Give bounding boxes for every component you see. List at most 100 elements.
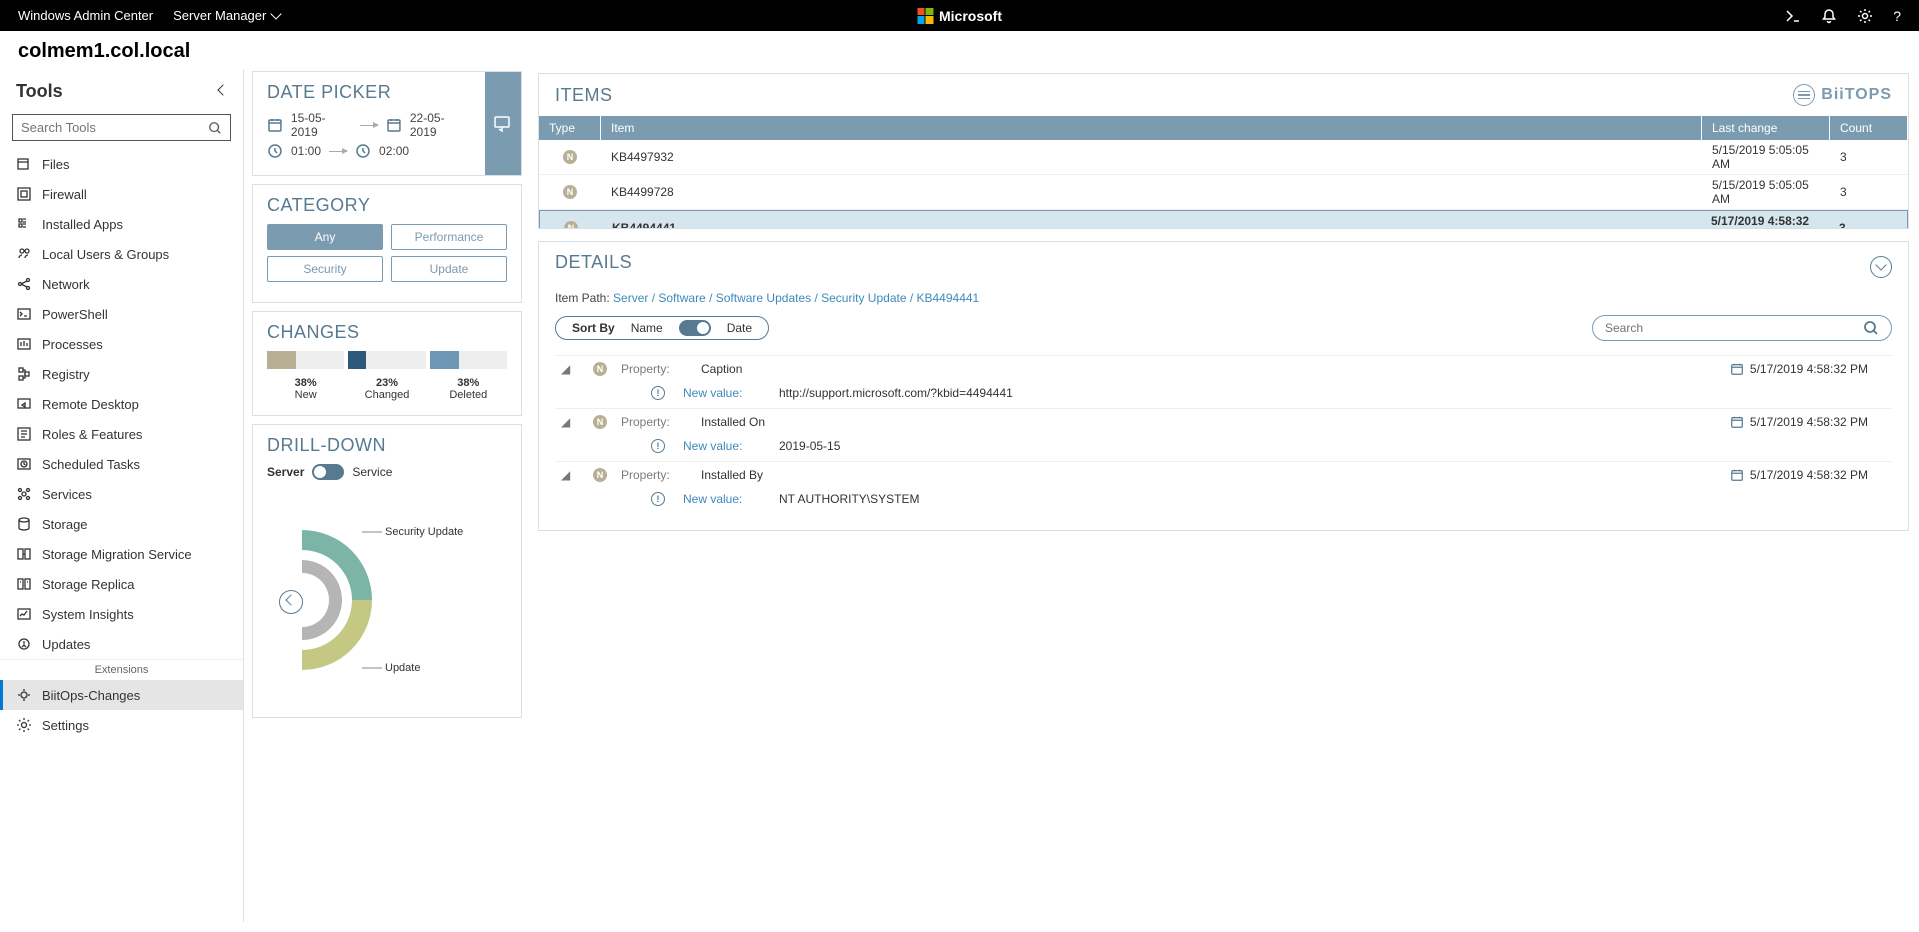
wac-title[interactable]: Windows Admin Center [18, 8, 153, 23]
drill-toggle-server[interactable]: Server [267, 465, 304, 479]
arrow-right-icon [329, 151, 347, 152]
sidebar-item-firewall[interactable]: Firewall [0, 179, 243, 209]
sidebar-item-storage-migration-service[interactable]: Storage Migration Service [0, 539, 243, 569]
collapse-tools-icon[interactable] [217, 84, 228, 95]
new-badge-icon: N [563, 150, 577, 164]
col-last-change[interactable]: Last change [1702, 116, 1830, 140]
sidebar-item-local-users-groups[interactable]: Local Users & Groups [0, 239, 243, 269]
property-timestamp: 5/17/2019 4:58:32 PM [1730, 468, 1868, 482]
sidebar-item-installed-apps[interactable]: Installed Apps [0, 209, 243, 239]
changes-deleted-pct: 38% [430, 377, 507, 389]
tool-icon [16, 426, 32, 442]
tools-search[interactable] [12, 114, 231, 141]
details-search-input[interactable] [1605, 321, 1863, 335]
to-date[interactable]: 22-05-2019 [410, 111, 471, 139]
property-name: Installed On [701, 415, 1716, 429]
notification-bell-icon[interactable] [1821, 8, 1837, 24]
console-icon[interactable] [1785, 8, 1801, 24]
sort-control: Sort By Name Date [555, 316, 769, 340]
tools-search-input[interactable] [21, 120, 208, 135]
menu-icon[interactable] [1793, 84, 1815, 106]
details-search[interactable] [1592, 315, 1892, 341]
property-name: Installed By [701, 468, 1716, 482]
category-performance-button[interactable]: Performance [391, 224, 507, 250]
sidebar-item-updates[interactable]: Updates [0, 629, 243, 659]
sidebar-item-label: Settings [42, 718, 89, 733]
new-value-label: New value: [683, 386, 761, 400]
sort-date-option[interactable]: Date [727, 321, 752, 335]
items-table-row[interactable]: NKB44944415/17/2019 4:58:32 PM3 [539, 210, 1908, 228]
sort-name-option[interactable]: Name [631, 321, 663, 335]
calendar-icon [386, 117, 402, 133]
drill-back-button[interactable] [279, 590, 303, 614]
from-time[interactable]: 01:00 [291, 144, 321, 158]
drilldown-donut[interactable]: Security Update Update [267, 500, 507, 703]
new-badge-icon: N [593, 362, 607, 376]
sidebar-item-label: Storage Replica [42, 577, 135, 592]
item-path: Item Path: Server / Software / Software … [555, 291, 1892, 305]
sidebar-item-settings[interactable]: Settings [0, 710, 243, 740]
donut-inner-segment [302, 600, 342, 640]
items-table-row[interactable]: NKB44997285/15/2019 5:05:05 AM3 [539, 175, 1908, 210]
sidebar-item-roles-features[interactable]: Roles & Features [0, 419, 243, 449]
new-badge-icon: N [564, 221, 578, 228]
expand-icon: ◢ [561, 468, 573, 482]
property-header-row[interactable]: ◢NProperty:Installed By5/17/2019 4:58:32… [555, 462, 1892, 488]
item-last-change: 5/15/2019 5:05:05 AM [1702, 140, 1830, 174]
server-manager-dropdown[interactable]: Server Manager [173, 8, 280, 23]
sidebar-item-label: PowerShell [42, 307, 108, 322]
items-table-row[interactable]: NKB44979325/15/2019 5:05:05 AM3 [539, 140, 1908, 175]
sidebar-item-registry[interactable]: Registry [0, 359, 243, 389]
category-update-button[interactable]: Update [391, 256, 507, 282]
property-header-row[interactable]: ◢NProperty:Caption5/17/2019 4:58:32 PM [555, 356, 1892, 382]
settings-gear-icon[interactable] [1857, 8, 1873, 24]
sidebar-item-label: Files [42, 157, 69, 172]
sidebar-item-label: Roles & Features [42, 427, 142, 442]
sidebar-item-powershell[interactable]: PowerShell [0, 299, 243, 329]
sidebar-item-files[interactable]: Files [0, 149, 243, 179]
sidebar-item-label: Remote Desktop [42, 397, 139, 412]
sidebar-item-storage[interactable]: Storage [0, 509, 243, 539]
sort-toggle[interactable] [679, 320, 711, 336]
col-type[interactable]: Type [539, 116, 601, 140]
drilldown-card: DRILL-DOWN Server Service [252, 424, 522, 718]
sidebar-item-storage-replica[interactable]: Storage Replica [0, 569, 243, 599]
sidebar-item-label: Processes [42, 337, 103, 352]
sidebar-item-services[interactable]: Services [0, 479, 243, 509]
drill-toggle-switch[interactable] [312, 464, 344, 480]
arrow-right-icon [360, 125, 378, 126]
calendar-icon [1730, 362, 1744, 376]
help-icon[interactable]: ? [1893, 8, 1901, 24]
main-content: ITEMS BiiTOPS Type Item Last change Coun… [522, 69, 1919, 922]
drill-toggle-service[interactable]: Service [352, 465, 392, 479]
search-icon [208, 121, 222, 135]
sidebar-item-system-insights[interactable]: System Insights [0, 599, 243, 629]
category-any-button[interactable]: Any [267, 224, 383, 250]
col-count[interactable]: Count [1830, 116, 1908, 140]
to-time[interactable]: 02:00 [379, 144, 409, 158]
new-value: NT AUTHORITY\SYSTEM [779, 492, 1892, 506]
category-security-button[interactable]: Security [267, 256, 383, 282]
hostname-title: colmem1.col.local [0, 31, 1919, 69]
gear-icon [16, 717, 32, 733]
new-badge-icon: N [593, 415, 607, 429]
date-picker-apply-button[interactable] [485, 72, 521, 175]
col-item[interactable]: Item [601, 116, 1702, 140]
tool-icon [16, 546, 32, 562]
sidebar-item-scheduled-tasks[interactable]: Scheduled Tasks [0, 449, 243, 479]
changes-title: CHANGES [267, 322, 507, 343]
server-manager-label: Server Manager [173, 8, 266, 23]
property-header-row[interactable]: ◢NProperty:Installed On5/17/2019 4:58:32… [555, 409, 1892, 435]
sidebar-item-remote-desktop[interactable]: Remote Desktop [0, 389, 243, 419]
info-icon: ! [651, 492, 665, 506]
sidebar-item-processes[interactable]: Processes [0, 329, 243, 359]
from-date[interactable]: 15-05-2019 [291, 111, 352, 139]
item-count: 3 [1830, 182, 1908, 202]
details-collapse-button[interactable] [1870, 256, 1892, 278]
sidebar-item-network[interactable]: Network [0, 269, 243, 299]
biitops-brand: BiiTOPS [1793, 84, 1892, 106]
calendar-icon [1730, 415, 1744, 429]
chevron-down-icon [271, 8, 282, 19]
item-path-value[interactable]: Server / Software / Software Updates / S… [613, 291, 979, 305]
sidebar-item-biitops-changes[interactable]: BiitOps-Changes [0, 680, 243, 710]
